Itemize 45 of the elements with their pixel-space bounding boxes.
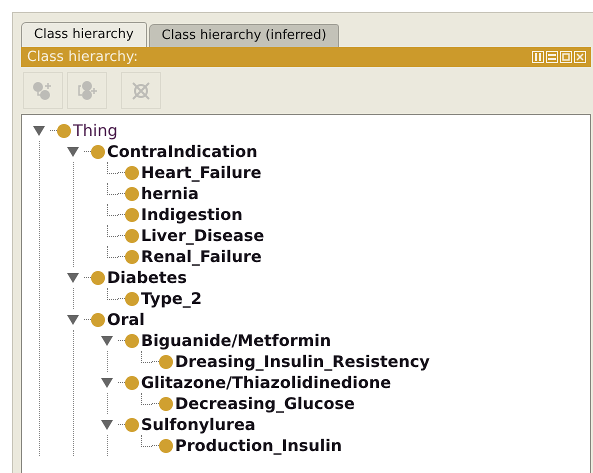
collapse-icon[interactable] (101, 336, 113, 346)
class-icon (125, 208, 139, 222)
class-label[interactable]: Biguanide/Metformin (141, 331, 332, 350)
delete-class-icon (130, 80, 152, 102)
class-label[interactable]: Dreasing_Insulin_Resistency (175, 352, 430, 371)
class-label[interactable]: Liver_Disease (141, 226, 264, 245)
add-subclass-icon (32, 80, 54, 102)
class-label[interactable]: Renal_Failure (141, 247, 262, 266)
class-label[interactable]: Diabetes (107, 268, 187, 287)
class-label[interactable]: hernia (141, 184, 199, 203)
class-label[interactable]: Thing (73, 121, 118, 140)
class-label[interactable]: Indigestion (141, 205, 243, 224)
class-icon (91, 270, 105, 284)
class-label[interactable]: Production_Insulin (175, 436, 342, 455)
class-label[interactable]: Heart_Failure (141, 163, 262, 182)
class-icon (125, 250, 139, 264)
class-label[interactable]: Decreasing_Glucose (175, 394, 355, 413)
add-sibling-icon (76, 80, 98, 102)
class-label[interactable]: Type_2 (141, 289, 202, 308)
class-icon (125, 186, 139, 200)
class-icon (125, 166, 139, 180)
collapse-icon[interactable] (67, 272, 79, 282)
collapse-icon[interactable] (33, 126, 45, 136)
collapse-icon[interactable] (101, 378, 113, 388)
class-icon (125, 418, 139, 432)
class-icon (125, 292, 139, 306)
view-title: Class hierarchy: (27, 49, 138, 65)
class-icon (159, 354, 173, 368)
class-icon (125, 334, 139, 348)
tab[interactable]: Class hierarchy (21, 22, 147, 47)
class-label[interactable]: Oral (107, 310, 145, 329)
class-label[interactable]: Sulfonylurea (141, 415, 256, 434)
class-label[interactable]: ContraIndication (107, 142, 258, 161)
class-icon (159, 396, 173, 410)
class-icon (125, 228, 139, 242)
class-icon (91, 312, 105, 326)
collapse-icon[interactable] (101, 420, 113, 430)
collapse-icon[interactable] (67, 146, 79, 156)
class-icon (91, 144, 105, 158)
collapse-icon[interactable] (67, 314, 79, 324)
tab[interactable]: Class hierarchy (inferred) (148, 24, 340, 47)
class-label[interactable]: Glitazone/Thiazolidinedione (141, 373, 392, 392)
class-icon (159, 438, 173, 452)
class-icon (125, 376, 139, 390)
class-icon (57, 124, 71, 138)
